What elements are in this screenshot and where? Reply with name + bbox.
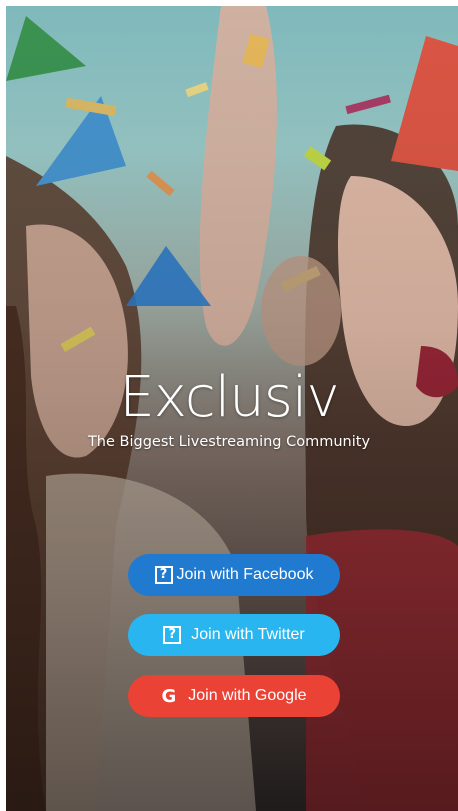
join-facebook-label: Join with Facebook: [176, 566, 314, 583]
question-box-icon: ?: [154, 566, 173, 584]
join-twitter-button[interactable]: ? Join with Twitter: [128, 614, 340, 656]
join-google-button[interactable]: G Join with Google: [128, 675, 340, 717]
google-g-icon: G: [161, 685, 177, 707]
question-box-icon: ?: [163, 626, 182, 644]
app-tagline: The Biggest Livestreaming Community: [87, 434, 371, 450]
join-google-label: Join with Google: [188, 687, 307, 704]
join-twitter-label: Join with Twitter: [191, 626, 305, 643]
join-facebook-button[interactable]: ? Join with Facebook: [128, 554, 340, 596]
app-name: Exclusiv: [119, 365, 339, 430]
login-screen: Exclusiv The Biggest Livestreaming Commu…: [0, 0, 458, 811]
